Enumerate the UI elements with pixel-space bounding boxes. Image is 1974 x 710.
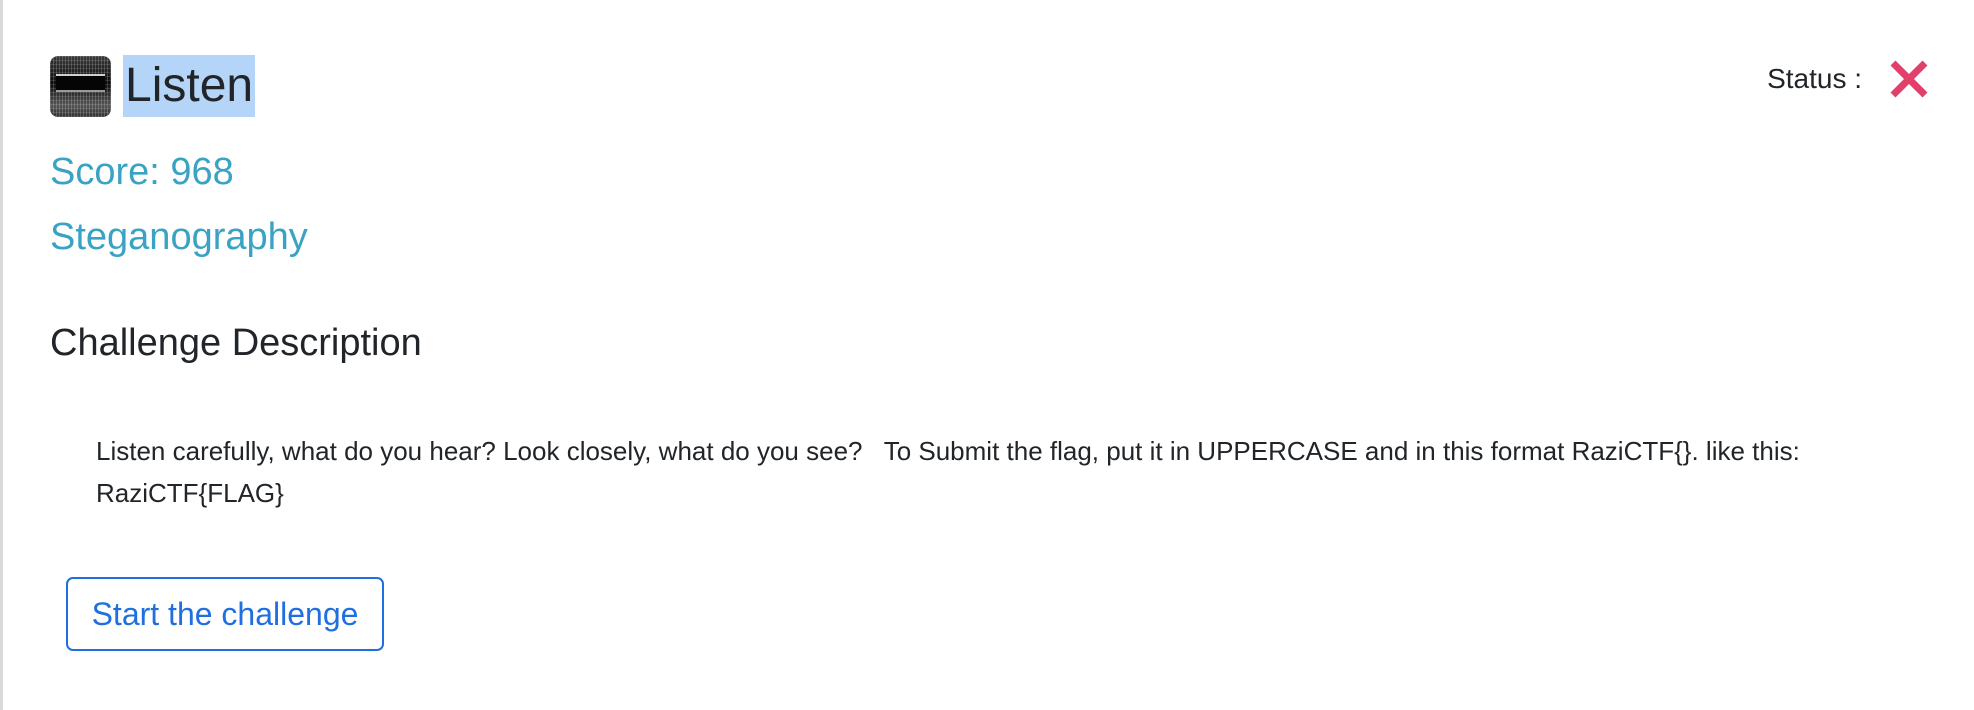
close-x-icon [1890,60,1928,98]
status-indicator: Status : [1767,58,1930,100]
challenge-category: Steganography [50,216,308,258]
spectrogram-thumbnail-icon [50,55,111,117]
description-heading: Challenge Description [50,322,422,364]
start-challenge-button[interactable]: Start the challenge [66,577,384,651]
status-label: Status : [1767,63,1862,94]
challenge-title: Listen [123,55,256,117]
left-divider [0,0,3,710]
challenge-card: Listen Status : Score: 968 Steganography… [50,0,1930,710]
challenge-score: Score: 968 [50,151,234,193]
challenge-description: Listen carefully, what do you hear? Look… [96,436,1808,508]
challenge-header: Listen [50,55,256,117]
